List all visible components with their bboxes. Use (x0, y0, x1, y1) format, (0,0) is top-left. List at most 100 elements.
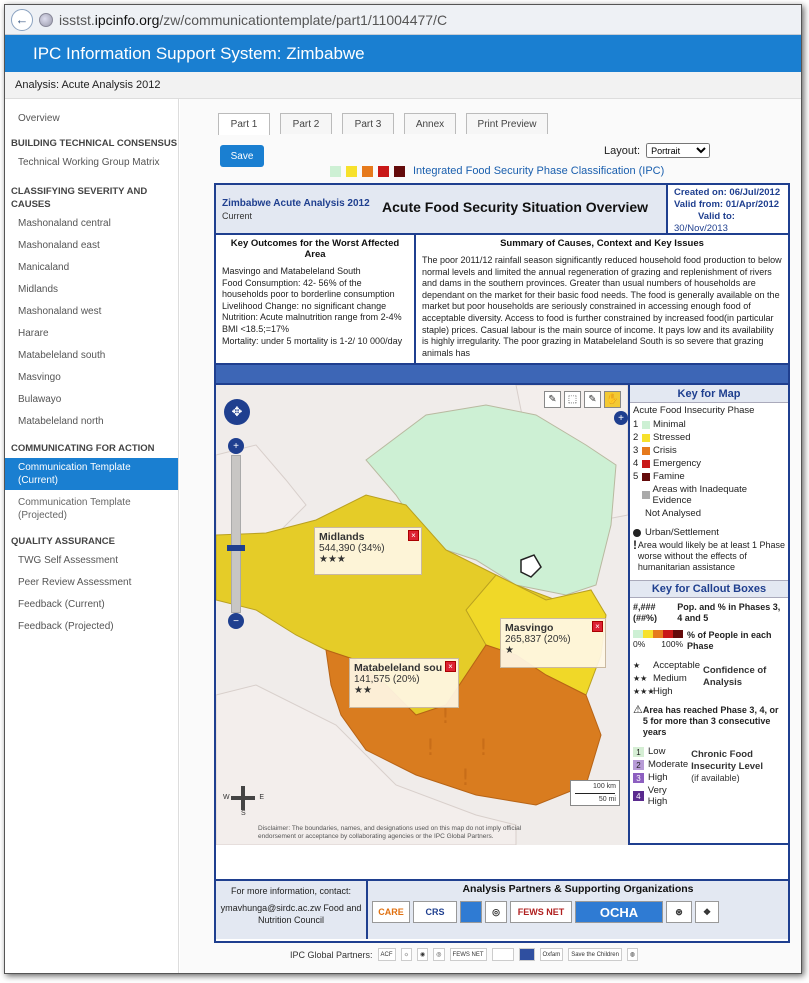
sidebar-item-area[interactable]: Mashonaland central (5, 214, 178, 234)
conf-row: ★★ Medium (633, 673, 687, 684)
ipc-title: Integrated Food Security Phase Classific… (413, 165, 665, 177)
sidebar-item-peer-review[interactable]: Peer Review Assessment (5, 571, 178, 593)
partner-logo: Oxfam (539, 948, 564, 961)
sidebar-item-area[interactable]: Masvingo (5, 366, 178, 388)
key-outcome-line: Nutrition: Acute malnutrition range from… (222, 312, 402, 334)
map-viewport[interactable]: ! ! ! ! ✥ + − ✎ ⬚ ✎ ✋ + Midlands 544,390… (216, 385, 628, 845)
tab-annex[interactable]: Annex (404, 113, 456, 134)
legend-not-analysed: Not Analysed (645, 508, 701, 519)
sidebar-item-area[interactable]: Matabeleland north (5, 410, 178, 432)
callout-midlands[interactable]: Midlands 544,390 (34%) ★★★ × (314, 527, 422, 575)
sidebar-item-label: (Projected) (18, 510, 67, 521)
sidebar-item-area[interactable]: Manicaland (5, 256, 178, 278)
legend-subtitle: Acute Food Insecurity Phase (633, 405, 755, 416)
phase-swatch (330, 165, 341, 177)
scale-km: 100 km (593, 783, 616, 790)
draw-icon[interactable]: ✎ (584, 391, 601, 408)
sidebar-item-communication-projected[interactable]: Communication Template (Projected) (5, 490, 178, 525)
expand-legend-icon[interactable]: + (614, 411, 628, 425)
app-title: IPC Information Support System: Zimbabwe (5, 35, 801, 72)
partner-logo: ◍ (626, 948, 639, 961)
callout-key-pct: 0% 100% % of People in each Phase (633, 630, 772, 651)
reached-key: ⚠ Area has reached Phase 3, 4, or 5 for m… (633, 704, 779, 738)
layout-select[interactable]: Portrait (646, 143, 711, 158)
back-arrow-icon[interactable]: ← (11, 8, 33, 31)
layout-label: Layout: (604, 144, 641, 157)
pan-control-icon[interactable]: ✥ (224, 399, 250, 425)
sidebar-item-feedback-current[interactable]: Feedback (Current) (5, 593, 178, 615)
zimbabwe-map: ! ! ! ! (216, 385, 628, 845)
sidebar-item-area[interactable]: Matabeleland south (5, 344, 178, 366)
map-legend: Key for Map Acute Food Insecurity Phase … (628, 385, 788, 843)
scale-line (575, 793, 615, 794)
callout-key-pop: #,### (##%) Pop. and % in Phases 3, 4 and… (633, 602, 781, 623)
ipc-global-partners: IPC Global Partners: ACF ☼ ◉ ◎ FEWS NET … (290, 948, 639, 961)
pan-hand-icon[interactable]: ✋ (604, 391, 621, 408)
select-box-icon[interactable]: ⬚ (564, 391, 581, 408)
tab-part-2[interactable]: Part 2 (280, 113, 332, 134)
sidebar-item-area[interactable]: Midlands (5, 278, 178, 300)
phase-swatch (394, 165, 405, 177)
sidebar-item-feedback-projected[interactable]: Feedback (Projected) (5, 615, 178, 637)
chronic-row: 4 Very High (630, 784, 691, 808)
worse-marker: ! (426, 736, 435, 761)
close-icon[interactable]: × (445, 661, 456, 672)
zoom-out-icon[interactable]: − (228, 613, 244, 629)
save-button[interactable]: Save (220, 145, 264, 167)
sidebar-item-area[interactable]: Harare (5, 322, 178, 344)
legend-phase-4: 4 Emergency (633, 458, 702, 469)
summary-heading: Summary of Causes, Context and Key Issue… (500, 238, 704, 249)
partner-logo: ◉ (417, 948, 429, 961)
sidebar-item-twg-matrix[interactable]: Technical Working Group Matrix (5, 153, 178, 173)
close-icon[interactable]: × (592, 621, 603, 632)
url-field[interactable]: isstst.ipcinfo.org/zw/communicationtempl… (59, 12, 447, 28)
key-outcome-line: Food Consumption: 42- 56% of the househo… (222, 277, 395, 300)
sidebar-item-area[interactable]: Mashonaland west (5, 300, 178, 322)
legend-inadequate: Areas with Inadequate Evidence (630, 483, 788, 507)
close-icon[interactable]: × (408, 530, 419, 541)
confidence-key: ★ Acceptable ★★ Medium ★★★ High Confidence … (630, 659, 788, 698)
key-outcome-line: Livelihood Change: no significant change (222, 300, 387, 311)
compass-rose-icon: W E S (223, 783, 264, 817)
callout-masvingo[interactable]: Masvingo 265,837 (20%) ★ × (500, 618, 606, 668)
callout-name: Masvingo (505, 622, 554, 634)
zoom-in-icon[interactable]: + (228, 438, 244, 454)
zoom-slider[interactable] (231, 455, 241, 613)
doc-title: Acute Food Security Situation Overview (382, 199, 649, 215)
partner-logo: ◎ (433, 948, 445, 961)
address-bar: ← isstst.ipcinfo.org/zw/communicationtem… (5, 5, 801, 35)
legend-phase-3: 3 Crisis (633, 445, 677, 456)
doc-header: Zimbabwe Acute Analysis 2012 Current Acu… (216, 185, 788, 235)
map-section: ! ! ! ! ✥ + − ✎ ⬚ ✎ ✋ + Midlands 544,390… (216, 385, 788, 845)
sidebar-item-label: Communication Template (18, 462, 131, 473)
map-toolbar-strip (216, 365, 788, 385)
doc-summary-columns: Key Outcomes for the Worst Affected Area… (216, 235, 788, 365)
compass-s: S (241, 810, 246, 817)
sidebar-item-overview[interactable]: Overview (5, 99, 178, 129)
callout-matabeleland-south[interactable]: Matabeleland sou ... 141,575 (20%) ★★ × (349, 658, 459, 708)
analysis-period: Current (222, 211, 253, 221)
global-partners-label: IPC Global Partners: (290, 949, 373, 960)
analysis-label: Analysis: Acute Analysis 2012 (5, 72, 801, 99)
crs-logo: CRS (413, 901, 457, 923)
sidebar-item-area[interactable]: Mashonaland east (5, 234, 178, 256)
legend-urban: Urban/Settlement (630, 526, 788, 539)
sidebar-item-area[interactable]: Bulawayo (5, 388, 178, 410)
tab-print-preview[interactable]: Print Preview (466, 113, 548, 134)
pct-color-bar (633, 630, 683, 638)
scale-mi: 50 mi (598, 796, 616, 803)
partners: Analysis Partners & Supporting Organizat… (368, 881, 788, 939)
sidebar-heading: QUALITY ASSURANCE (11, 536, 115, 547)
tab-part-3[interactable]: Part 3 (342, 113, 394, 134)
key-outcomes: Key Outcomes for the Worst Affected Area… (216, 235, 416, 363)
partner-logo: FEWS NET (449, 948, 487, 961)
phase-swatch (378, 165, 389, 177)
draw-line-icon[interactable]: ✎ (544, 391, 561, 408)
sidebar-item-communication-current[interactable]: Communication Template (Current) (5, 458, 178, 490)
phase-swatch (362, 165, 373, 177)
zoom-slider-handle[interactable] (227, 545, 245, 551)
sidebar-heading: BUILDING TECHNICAL CONSENSUS (11, 138, 178, 149)
legend-title: Key for Map (630, 385, 788, 403)
sidebar-item-twg-self[interactable]: TWG Self Assessment (5, 551, 178, 571)
tab-part-1[interactable]: Part 1 (218, 113, 270, 135)
